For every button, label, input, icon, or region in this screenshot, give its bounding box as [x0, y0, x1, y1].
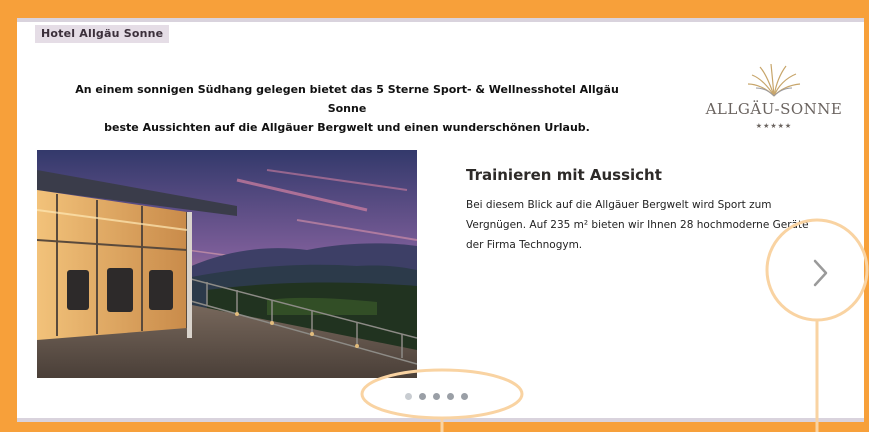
- carousel-pagination: [405, 391, 468, 403]
- chevron-right-icon: [813, 259, 828, 287]
- hotel-card: Hotel Allgäu Sonne An einem sonnigen Süd…: [17, 18, 864, 422]
- carousel-dot[interactable]: [419, 393, 426, 400]
- slide-title: Trainieren mit Aussicht: [466, 166, 662, 184]
- logo-stars: ★★★★★: [755, 122, 793, 130]
- carousel-dot[interactable]: [461, 393, 468, 400]
- sun-rays-icon: [747, 63, 801, 97]
- carousel-dot[interactable]: [405, 393, 412, 400]
- intro-line-1: An einem sonnigen Südhang gelegen bietet…: [75, 83, 619, 115]
- intro-line-2: beste Aussichten auf die Allgäuer Bergwe…: [104, 121, 590, 134]
- carousel-dot[interactable]: [447, 393, 454, 400]
- hotel-name-tag: Hotel Allgäu Sonne: [35, 25, 170, 43]
- next-slide-button[interactable]: [802, 251, 838, 295]
- hotel-logo[interactable]: ALLGÄU-SONNE ★★★★★: [699, 62, 849, 144]
- logo-wordmark: ALLGÄU-SONNE: [705, 100, 843, 118]
- intro-text: An einem sonnigen Südhang gelegen bietet…: [57, 80, 637, 137]
- carousel-dot[interactable]: [433, 393, 440, 400]
- slide-description: Bei diesem Blick auf die Allgäuer Bergwe…: [466, 199, 809, 251]
- slide-photo-fitness-terrace: [37, 150, 417, 378]
